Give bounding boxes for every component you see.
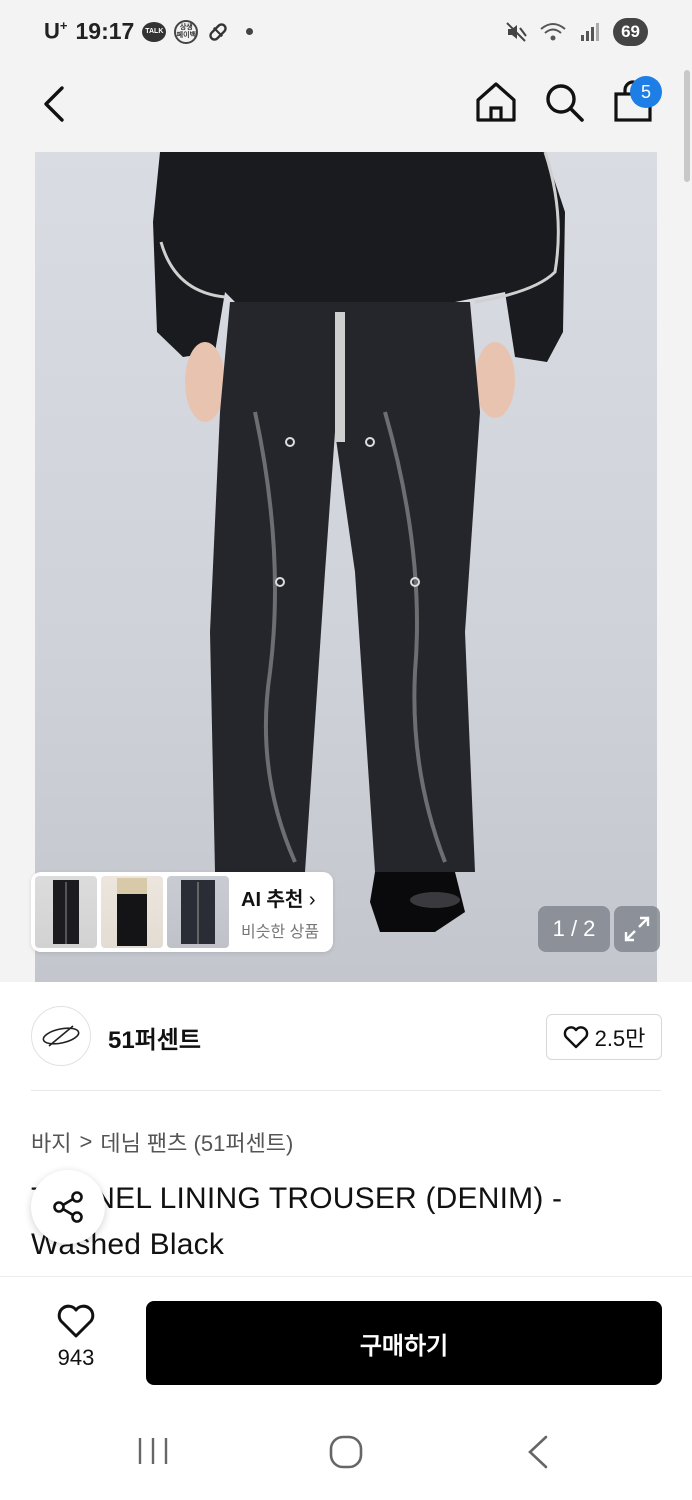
- status-right: 69: [505, 18, 648, 46]
- heart-icon: [563, 1026, 588, 1049]
- home-icon[interactable]: [474, 80, 518, 124]
- breadcrumb-subcategory[interactable]: 데님 팬츠 (51퍼센트): [100, 1126, 293, 1158]
- brand-logo[interactable]: [31, 1006, 91, 1066]
- ai-recommend-subtitle: 비슷한 상품: [241, 923, 320, 941]
- system-back-icon[interactable]: [524, 1434, 554, 1470]
- recent-apps-icon[interactable]: [136, 1436, 170, 1466]
- back-arrow-icon[interactable]: [38, 82, 72, 126]
- notification-dot-icon: [246, 28, 254, 35]
- brand-row: 51퍼센트 2.5만: [0, 982, 692, 1090]
- expand-icon: [624, 916, 650, 942]
- brand-like-button[interactable]: 2.5만: [546, 1014, 662, 1060]
- ai-thumbnail-2[interactable]: [101, 876, 163, 948]
- cart-count-badge: 5: [630, 76, 662, 108]
- breadcrumb-category[interactable]: 바지: [31, 1126, 71, 1158]
- brand-logo-mark: [42, 1025, 80, 1047]
- ai-text-block: AI 추천 › 비슷한 상품: [241, 883, 319, 942]
- thumbnail-2-image: [117, 878, 147, 946]
- app-header: [0, 66, 692, 152]
- share-icon: [53, 1191, 83, 1223]
- status-bar: U+ 19:17 TALK 상생 페이백 69: [0, 0, 692, 66]
- signal-icon: [581, 23, 600, 41]
- ai-thumbnail-3[interactable]: [167, 876, 229, 948]
- buy-button[interactable]: 구매하기: [146, 1301, 662, 1385]
- share-button[interactable]: [31, 1170, 105, 1244]
- status-time: 19:17: [75, 18, 135, 44]
- breadcrumb: 바지 > 데님 팬츠 (51퍼센트): [31, 1126, 293, 1158]
- divider: [31, 1090, 661, 1091]
- product-image-gallery[interactable]: [0, 152, 692, 982]
- page-scrollbar[interactable]: [684, 70, 690, 182]
- product-photo-illustration: [153, 152, 565, 932]
- sangsaeng-payback-icon: 상생 페이백: [174, 19, 199, 44]
- breadcrumb-separator: >: [79, 1129, 93, 1154]
- wishlist-count: 943: [57, 1345, 95, 1370]
- thumbnail-1-image: [53, 880, 79, 944]
- battery-indicator: 69: [613, 18, 648, 46]
- thumbnail-3-image: [181, 880, 215, 944]
- ai-recommend-title: AI 추천 ›: [241, 888, 316, 911]
- heart-icon: [57, 1304, 95, 1338]
- brand-name[interactable]: 51퍼센트: [108, 1020, 201, 1055]
- system-nav-bar: [0, 1400, 692, 1500]
- system-home-icon[interactable]: [328, 1434, 364, 1470]
- status-left: U+ 19:17 TALK 상생 페이백: [44, 18, 254, 45]
- ai-recommendation-card[interactable]: AI 추천 › 비슷한 상품: [31, 872, 333, 952]
- search-icon[interactable]: [542, 80, 586, 124]
- bottom-purchase-bar: 943 구매하기: [0, 1276, 692, 1400]
- gallery-page-indicator: 1 / 2: [538, 906, 610, 952]
- product-photo[interactable]: [35, 152, 657, 982]
- mute-icon: [506, 22, 527, 42]
- expand-button[interactable]: [614, 906, 660, 952]
- kakaotalk-icon: TALK: [142, 21, 167, 42]
- wifi-icon: [540, 23, 566, 41]
- carrier-label: U+: [44, 18, 68, 44]
- pill-icon: [209, 22, 228, 41]
- wishlist-button[interactable]: 943: [44, 1303, 108, 1383]
- product-title: TUNNEL LINING TROUSER (DENIM) - Washed B…: [31, 1182, 563, 1261]
- brand-like-count: 2.5만: [594, 1026, 646, 1051]
- ai-thumbnail-1[interactable]: [35, 876, 97, 948]
